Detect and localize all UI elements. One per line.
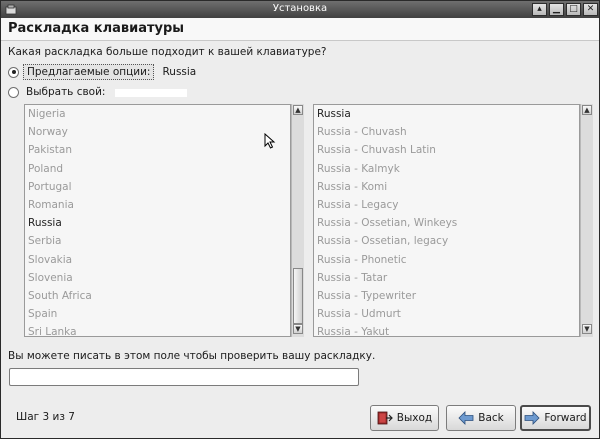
title-bar[interactable]: Установка ▴ ▁ □ ✕ (1, 1, 599, 18)
custom-radio[interactable] (8, 86, 19, 98)
list-item[interactable]: Russia - Ossetian, Winkeys (314, 214, 579, 232)
list-item[interactable]: Slovakia (25, 251, 290, 269)
forward-label: Forward (544, 412, 587, 424)
list-item[interactable]: Poland (25, 160, 290, 178)
scroll-up-icon[interactable]: ▲ (582, 105, 592, 115)
list-item[interactable]: Russia - Tatar (314, 269, 579, 287)
forward-arrow-icon (524, 411, 540, 425)
shade-icon[interactable]: ▴ (532, 3, 547, 16)
suggested-label[interactable]: Предлагаемые опции: (23, 64, 155, 80)
list-item[interactable]: Slovenia (25, 269, 290, 287)
installer-window: Установка ▴ ▁ □ ✕ Раскладка клавиатуры К… (0, 0, 600, 439)
layout-test-input[interactable] (9, 368, 359, 386)
country-list-scrollbar[interactable]: ▲ ▼ (291, 104, 304, 337)
maximize-icon[interactable]: □ (566, 3, 581, 16)
back-arrow-icon (458, 411, 474, 425)
suggested-option-row[interactable]: Предлагаемые опции: Russia (8, 64, 196, 80)
list-item[interactable]: Russia (314, 105, 579, 123)
layout-question: Какая раскладка больше подходит к вашей … (8, 46, 327, 58)
label-highlight-strip (115, 89, 187, 97)
list-item[interactable]: Russia - Yakut (314, 323, 579, 336)
quit-icon (377, 411, 393, 425)
list-item[interactable]: Russia - Legacy (314, 196, 579, 214)
country-list[interactable]: Nigeria Norway Pakistan Poland Portugal Roman… (24, 104, 291, 337)
close-icon[interactable]: ✕ (583, 3, 598, 16)
page-header: Раскладка клавиатуры (1, 18, 599, 41)
scroll-down-icon[interactable]: ▼ (293, 324, 303, 334)
list-item[interactable]: Portugal (25, 178, 290, 196)
list-item[interactable]: Russia - Ossetian, legacy (314, 232, 579, 250)
step-indicator: Шаг 3 из 7 (16, 411, 75, 423)
forward-button[interactable]: Forward (520, 405, 591, 431)
list-item[interactable]: Russia - Phonetic (314, 251, 579, 269)
custom-option-row[interactable]: Выбрать свой: (8, 84, 108, 100)
back-label: Back (478, 412, 504, 424)
scrollbar-thumb[interactable] (293, 268, 303, 324)
list-item[interactable]: Russia - Komi (314, 178, 579, 196)
minimize-icon[interactable]: ▁ (549, 3, 564, 16)
custom-label[interactable]: Выбрать свой: (23, 85, 108, 99)
list-item[interactable]: Spain (25, 305, 290, 323)
quit-button[interactable]: Выход (370, 405, 439, 431)
list-item[interactable]: Russia (25, 214, 290, 232)
list-item[interactable]: Russia - Chuvash (314, 123, 579, 141)
suggested-radio[interactable] (8, 66, 19, 78)
back-button[interactable]: Back (446, 405, 516, 431)
quit-label: Выход (396, 412, 433, 424)
list-item[interactable]: Sri Lanka (25, 323, 290, 336)
variant-list[interactable]: Russia Russia - Chuvash Russia - Chuvash L… (313, 104, 580, 337)
scroll-up-icon[interactable]: ▲ (293, 105, 303, 115)
list-item[interactable]: Romania (25, 196, 290, 214)
list-item[interactable]: Serbia (25, 232, 290, 250)
list-item[interactable]: Norway (25, 123, 290, 141)
test-field-label: Вы можете писать в этом поле чтобы прове… (8, 350, 376, 362)
list-item[interactable]: Russia - Typewriter (314, 287, 579, 305)
page-title: Раскладка клавиатуры (8, 21, 185, 36)
list-item[interactable]: Nigeria (25, 105, 290, 123)
list-item[interactable]: Russia - Udmurt (314, 305, 579, 323)
list-item[interactable]: Russia - Chuvash Latin (314, 141, 579, 159)
suggested-value: Russia (162, 66, 197, 78)
list-item[interactable]: South Africa (25, 287, 290, 305)
mouse-pointer-icon (264, 133, 276, 149)
variant-list-scrollbar[interactable]: ▲ ▼ (580, 104, 593, 337)
scroll-down-icon[interactable]: ▼ (582, 324, 592, 334)
window-title: Установка (272, 3, 328, 14)
list-item[interactable]: Russia - Kalmyk (314, 160, 579, 178)
list-item[interactable]: Pakistan (25, 141, 290, 159)
